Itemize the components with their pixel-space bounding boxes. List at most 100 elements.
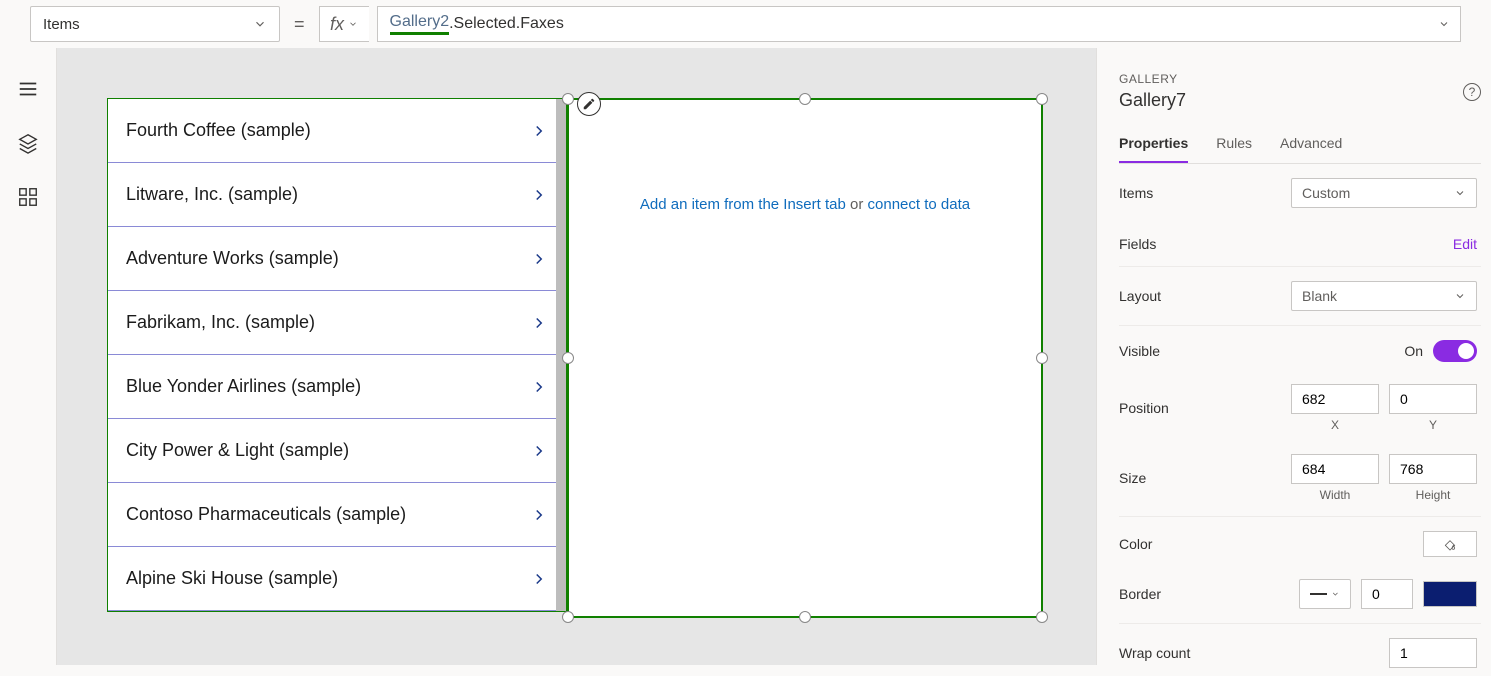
formula-bar: Items = fx Gallery2.Selected.Faxes — [0, 0, 1491, 48]
layout-dropdown[interactable]: Blank — [1291, 281, 1477, 311]
list-item[interactable]: Fourth Coffee (sample) — [108, 99, 566, 163]
prop-position-row: Position X Y — [1119, 370, 1481, 440]
list-item-label: City Power & Light (sample) — [126, 440, 349, 461]
hamburger-icon[interactable] — [17, 78, 39, 100]
empty-or-text: or — [846, 196, 868, 213]
list-item[interactable]: Alpine Ski House (sample) — [108, 547, 566, 611]
formula-token-gallery2: Gallery2 — [390, 13, 450, 35]
list-item-label: Alpine Ski House (sample) — [126, 568, 338, 589]
formula-token-rest: .Selected.Faxes — [449, 15, 564, 33]
chevron-down-icon — [253, 17, 267, 31]
prop-wrap-row: Wrap count — [1119, 624, 1481, 676]
prop-fields-row: Fields Edit — [1119, 222, 1481, 267]
panel-tabs: Properties Rules Advanced — [1119, 135, 1481, 164]
canvas[interactable]: Fourth Coffee (sample) Litware, Inc. (sam… — [57, 48, 1096, 665]
fx-button[interactable]: fx — [319, 6, 369, 42]
wrap-count-input[interactable] — [1389, 638, 1477, 668]
list-item-label: Adventure Works (sample) — [126, 248, 339, 269]
main: Fourth Coffee (sample) Litware, Inc. (sam… — [0, 48, 1491, 665]
prop-layout-label: Layout — [1119, 288, 1161, 304]
help-button[interactable]: ? — [1463, 83, 1481, 101]
chevron-down-icon — [1454, 290, 1466, 302]
property-dropdown[interactable]: Items — [30, 6, 280, 42]
size-height-input[interactable] — [1389, 454, 1477, 484]
tab-rules[interactable]: Rules — [1216, 135, 1252, 163]
resize-handle[interactable] — [1036, 352, 1048, 364]
prop-border-row: Border — [1119, 565, 1481, 624]
border-line-icon — [1310, 593, 1327, 595]
property-panel: GALLERY Gallery7 ? Properties Rules Adva… — [1096, 48, 1491, 665]
layers-icon[interactable] — [17, 132, 39, 154]
prop-color-label: Color — [1119, 536, 1152, 552]
chevron-right-icon[interactable] — [530, 314, 548, 332]
property-dropdown-label: Items — [43, 16, 80, 33]
resize-handle[interactable] — [799, 93, 811, 105]
equals-sign: = — [288, 14, 311, 35]
resize-handle[interactable] — [1036, 93, 1048, 105]
gallery7[interactable]: Add an item from the Insert tab or conne… — [567, 98, 1043, 618]
pencil-icon — [582, 97, 596, 111]
list-item-label: Contoso Pharmaceuticals (sample) — [126, 504, 406, 525]
size-width-input[interactable] — [1291, 454, 1379, 484]
prop-wrap-label: Wrap count — [1119, 645, 1190, 661]
prop-size-label: Size — [1119, 470, 1146, 486]
list-item[interactable]: Fabrikam, Inc. (sample) — [108, 291, 566, 355]
list-item-label: Blue Yonder Airlines (sample) — [126, 376, 361, 397]
prop-items-row: Items Custom — [1119, 164, 1481, 222]
x-sublabel: X — [1331, 418, 1339, 432]
visible-toggle[interactable]: On — [1404, 340, 1477, 362]
list-item[interactable]: City Power & Light (sample) — [108, 419, 566, 483]
prop-border-label: Border — [1119, 586, 1161, 602]
list-item[interactable]: Litware, Inc. (sample) — [108, 163, 566, 227]
position-x-input[interactable] — [1291, 384, 1379, 414]
tab-properties[interactable]: Properties — [1119, 135, 1188, 163]
apps-icon[interactable] — [17, 186, 39, 208]
chevron-right-icon[interactable] — [530, 122, 548, 140]
insert-tab-link[interactable]: Add an item from the Insert tab — [640, 196, 846, 213]
stage: Fourth Coffee (sample) Litware, Inc. (sam… — [107, 98, 567, 612]
list-item-label: Fourth Coffee (sample) — [126, 120, 311, 141]
panel-type-label: GALLERY — [1119, 72, 1186, 86]
list-item-label: Litware, Inc. (sample) — [126, 184, 298, 205]
y-sublabel: Y — [1429, 418, 1437, 432]
chevron-down-icon — [348, 19, 358, 29]
resize-handle[interactable] — [562, 352, 574, 364]
fields-edit-link[interactable]: Edit — [1453, 236, 1477, 252]
resize-handle[interactable] — [1036, 611, 1048, 623]
formula-input[interactable]: Gallery2.Selected.Faxes — [377, 6, 1461, 42]
resize-handle[interactable] — [562, 93, 574, 105]
connect-data-link[interactable]: connect to data — [868, 196, 971, 213]
gallery7-empty-state: Add an item from the Insert tab or conne… — [569, 100, 1041, 213]
list-item[interactable]: Contoso Pharmaceuticals (sample) — [108, 483, 566, 547]
resize-handle[interactable] — [799, 611, 811, 623]
color-swatch[interactable] — [1423, 531, 1477, 557]
chevron-right-icon[interactable] — [530, 378, 548, 396]
chevron-down-icon — [1331, 589, 1340, 599]
resize-handle[interactable] — [562, 611, 574, 623]
gallery2[interactable]: Fourth Coffee (sample) Litware, Inc. (sam… — [107, 98, 567, 612]
toggle-pill — [1433, 340, 1477, 362]
border-color-swatch[interactable] — [1423, 581, 1477, 607]
prop-layout-row: Layout Blank — [1119, 267, 1481, 326]
chevron-right-icon[interactable] — [530, 186, 548, 204]
items-dropdown[interactable]: Custom — [1291, 178, 1477, 208]
width-sublabel: Width — [1320, 488, 1351, 502]
prop-size-row: Size Width Height — [1119, 440, 1481, 517]
edit-pencil-button[interactable] — [577, 92, 601, 116]
prop-position-label: Position — [1119, 400, 1169, 416]
position-y-input[interactable] — [1389, 384, 1477, 414]
chevron-right-icon[interactable] — [530, 442, 548, 460]
border-style-dropdown[interactable] — [1299, 579, 1351, 609]
chevron-down-icon — [1454, 187, 1466, 199]
prop-color-row: Color — [1119, 517, 1481, 565]
chevron-right-icon[interactable] — [530, 506, 548, 524]
list-item[interactable]: Adventure Works (sample) — [108, 227, 566, 291]
tab-advanced[interactable]: Advanced — [1280, 135, 1342, 163]
list-item[interactable]: Blue Yonder Airlines (sample) — [108, 355, 566, 419]
border-width-input[interactable] — [1361, 579, 1413, 609]
chevron-right-icon[interactable] — [530, 570, 548, 588]
chevron-down-icon[interactable] — [1438, 18, 1450, 30]
chevron-right-icon[interactable] — [530, 250, 548, 268]
fx-label: fx — [330, 14, 344, 35]
list-item-label: Fabrikam, Inc. (sample) — [126, 312, 315, 333]
